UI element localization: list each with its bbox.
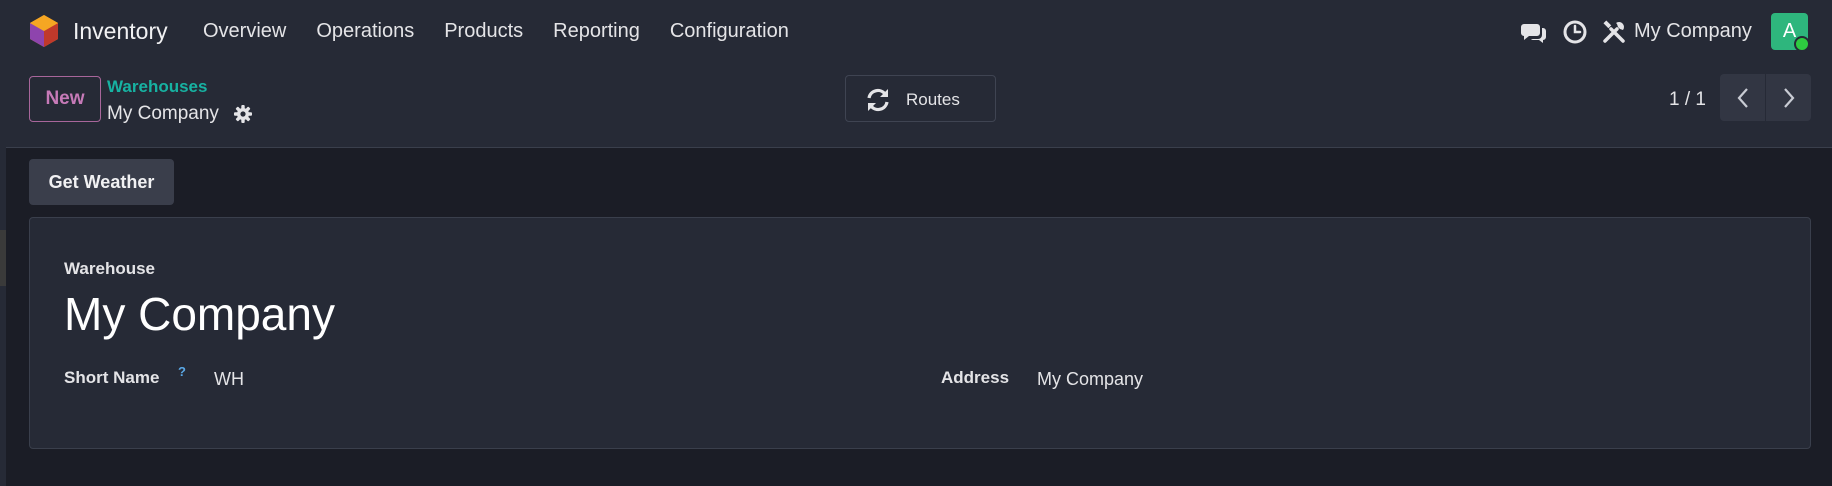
refresh-icon — [867, 88, 889, 112]
help-tooltip-icon[interactable]: ? — [178, 364, 186, 379]
short-name-label: Short Name — [64, 368, 160, 387]
pager-next-button[interactable] — [1766, 74, 1811, 121]
warehouse-label: Warehouse — [64, 259, 156, 278]
pager-previous-button[interactable] — [1720, 74, 1765, 121]
odoo-inventory-icon[interactable] — [29, 14, 59, 48]
top-navbar: Inventory Overview Operations Products R… — [0, 0, 1832, 63]
app-name[interactable]: Inventory — [73, 18, 168, 45]
get-weather-button[interactable]: Get Weather — [29, 159, 174, 205]
clock-icon[interactable] — [1562, 19, 1588, 45]
menu-configuration[interactable]: Configuration — [670, 20, 789, 43]
main-menu: Overview Operations Products Reporting C… — [203, 20, 819, 43]
address-field[interactable]: My Company — [1037, 369, 1143, 390]
chevron-right-icon — [1783, 87, 1794, 108]
pager-value[interactable]: 1 / 1 — [1669, 89, 1706, 111]
status-dot — [1794, 36, 1810, 52]
menu-operations[interactable]: Operations — [316, 20, 414, 43]
breadcrumb-warehouses[interactable]: Warehouses — [107, 77, 207, 97]
breadcrumb-current: My Company — [107, 103, 219, 124]
app-root: Inventory Overview Operations Products R… — [0, 0, 1832, 486]
menu-products[interactable]: Products — [444, 20, 523, 43]
tools-icon[interactable] — [1601, 19, 1627, 45]
routes-label: Routes — [906, 90, 960, 109]
short-name-field[interactable]: WH — [214, 369, 244, 390]
warehouse-name-field[interactable]: My Company — [64, 287, 335, 341]
company-switcher[interactable]: My Company — [1634, 20, 1752, 43]
routes-button[interactable]: Routes — [845, 75, 996, 122]
chat-icon[interactable] — [1521, 19, 1547, 45]
gear-icon[interactable] — [233, 104, 253, 124]
menu-overview[interactable]: Overview — [203, 20, 286, 43]
chevron-left-icon — [1737, 87, 1748, 108]
menu-reporting[interactable]: Reporting — [553, 20, 640, 43]
new-button[interactable]: New — [29, 76, 101, 122]
address-label: Address — [941, 368, 1010, 387]
